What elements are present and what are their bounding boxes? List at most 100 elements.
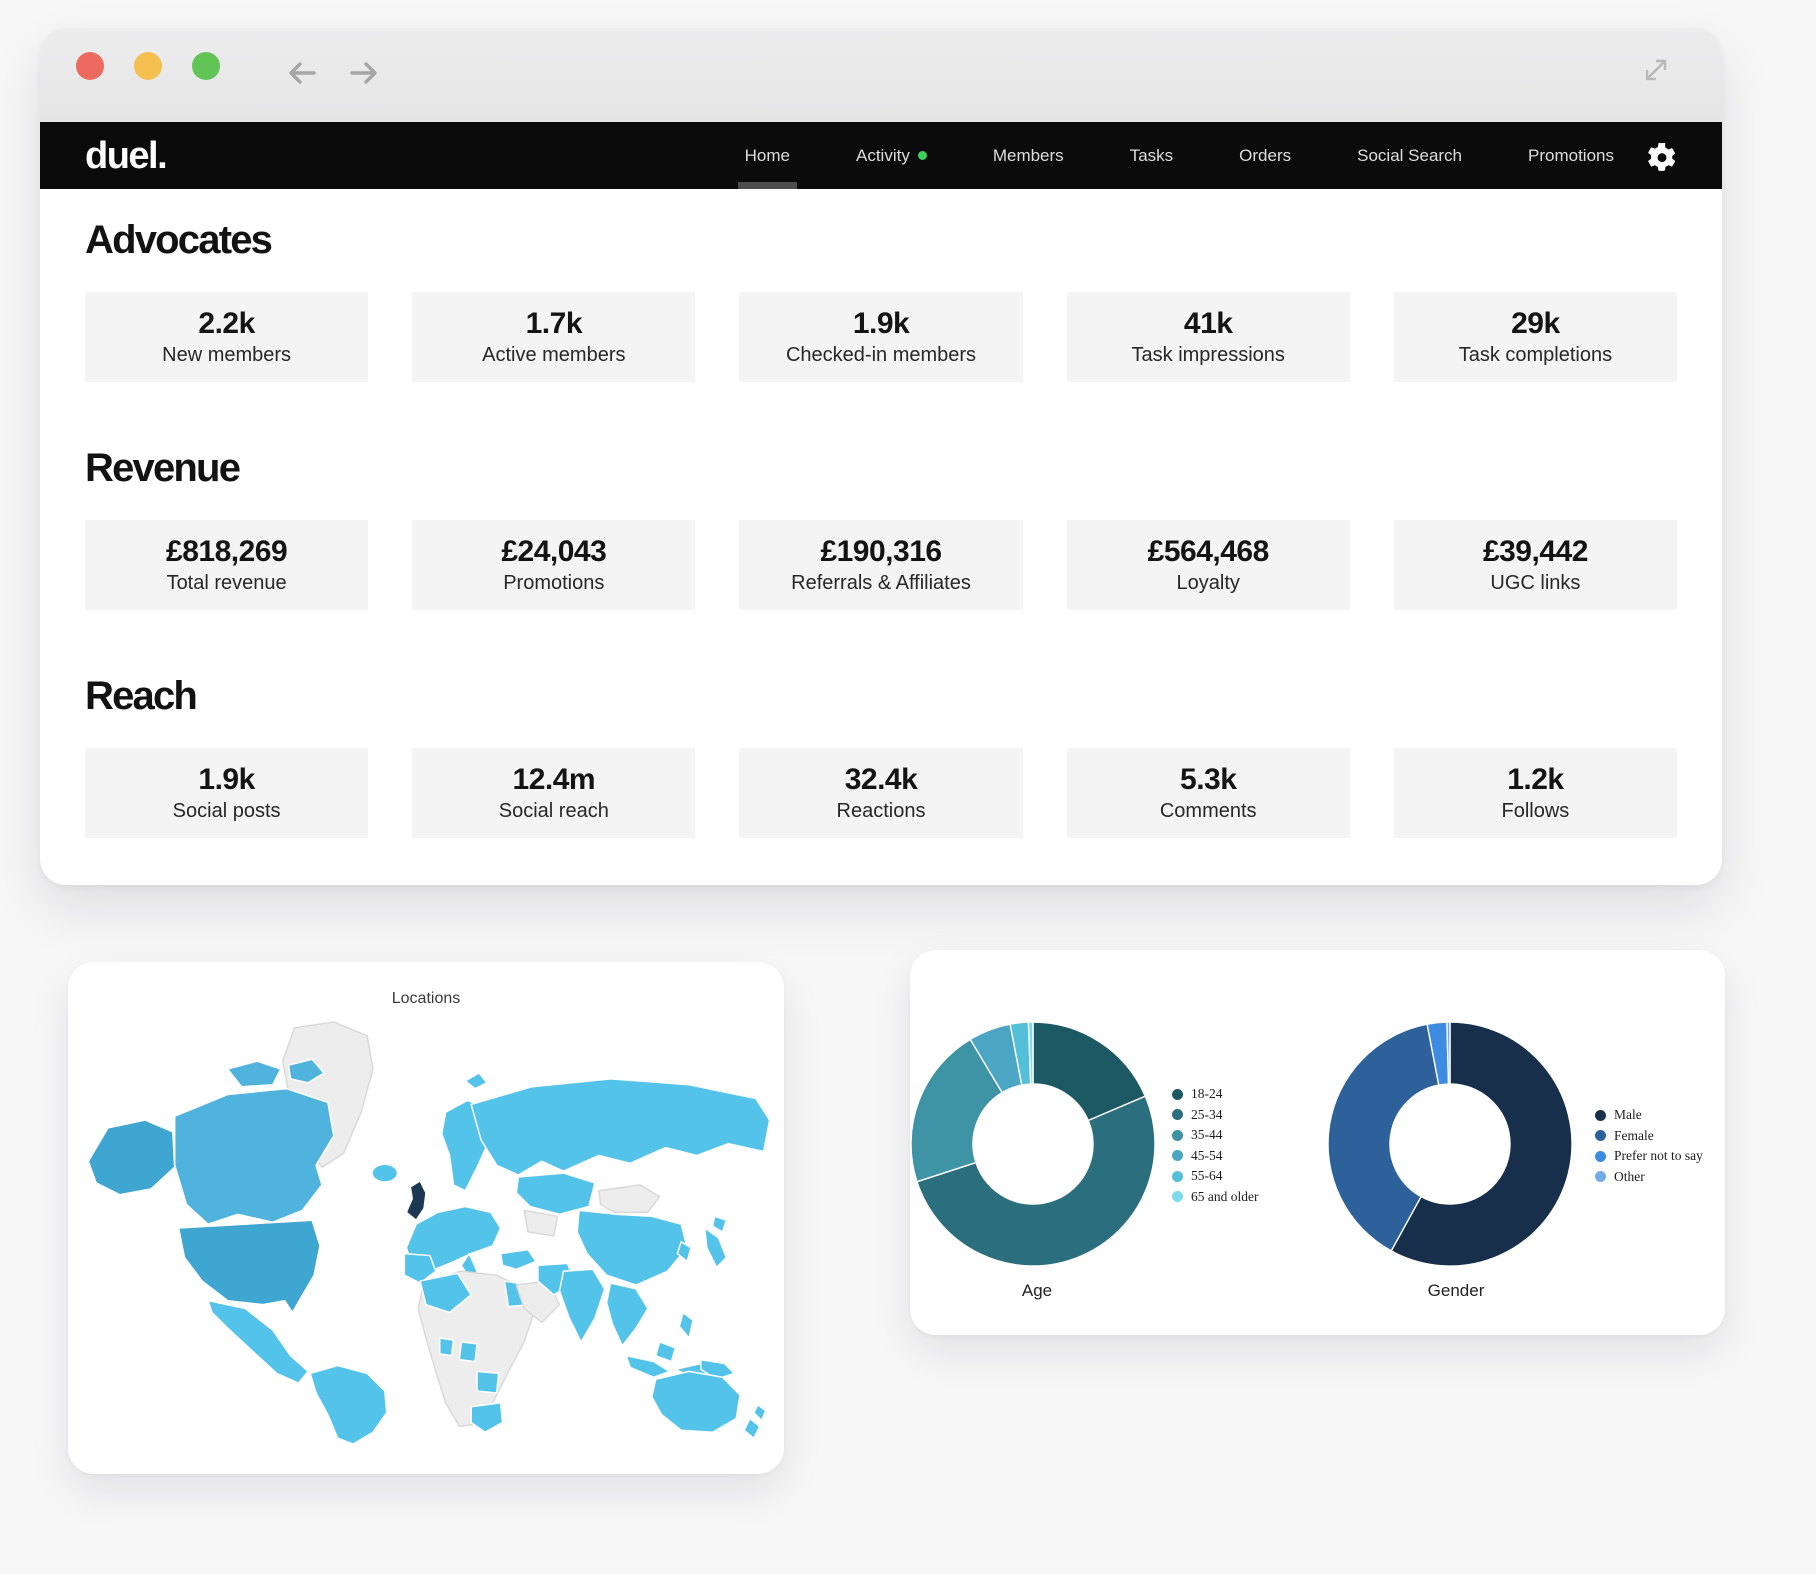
nav-item-social-search[interactable]: Social Search xyxy=(1350,122,1469,189)
legend-swatch-icon xyxy=(1172,1109,1183,1120)
legend-item-male: Male xyxy=(1595,1105,1703,1126)
back-arrow-icon[interactable] xyxy=(287,59,317,87)
legend-item-prefer-not-to-say: Prefer not to say xyxy=(1595,1146,1703,1167)
stat-value: 1.9k xyxy=(198,765,254,795)
stat-label: New members xyxy=(162,345,291,365)
stat-label: Promotions xyxy=(503,573,604,593)
map-region-southeast-asia xyxy=(607,1283,648,1346)
nav-item-tasks[interactable]: Tasks xyxy=(1123,122,1180,189)
legend-swatch-icon xyxy=(1595,1151,1606,1162)
stat-label: Referrals & Affiliates xyxy=(791,573,971,593)
gender-legend: MaleFemalePrefer not to say Other xyxy=(1595,1105,1703,1187)
nav-item-promotions[interactable]: Promotions xyxy=(1521,122,1621,189)
map-region-usa xyxy=(179,1220,320,1312)
legend-swatch-icon xyxy=(1172,1191,1183,1202)
legend-swatch-icon xyxy=(1172,1130,1183,1141)
nav-item-home[interactable]: Home xyxy=(738,122,797,189)
stat-card-new-members: 2.2k New members xyxy=(85,292,368,382)
browser-titlebar xyxy=(40,28,1722,122)
map-region-iceland xyxy=(372,1164,398,1182)
stat-value: £39,442 xyxy=(1483,537,1588,567)
reach-card-row: 1.9kSocial posts12.4mSocial reach32.4kRe… xyxy=(85,748,1677,838)
nav-item-activity[interactable]: Activity xyxy=(849,122,934,189)
nav-item-members[interactable]: Members xyxy=(986,122,1071,189)
legend-item-female: Female xyxy=(1595,1126,1703,1147)
map-region-svalbard xyxy=(465,1073,487,1089)
map-region-turkey xyxy=(501,1250,536,1270)
legend-item-65-and-older: 65 and older xyxy=(1172,1187,1258,1208)
legend-label: 65 and older xyxy=(1191,1189,1258,1205)
traffic-light-zoom-button[interactable] xyxy=(192,52,220,80)
active-tab-underline xyxy=(738,182,797,189)
traffic-light-minimize-button[interactable] xyxy=(134,52,162,80)
stat-label: Reactions xyxy=(837,801,926,821)
gender-donut-chart xyxy=(1327,1021,1573,1267)
stat-label: Task impressions xyxy=(1132,345,1285,365)
map-region-alaska xyxy=(88,1120,174,1195)
stat-label: Social posts xyxy=(173,801,281,821)
settings-gear-icon[interactable] xyxy=(1647,141,1677,171)
nav-item-label: Tasks xyxy=(1130,146,1173,166)
stat-label: Active members xyxy=(482,345,625,365)
nav-item-label: Orders xyxy=(1239,146,1291,166)
stat-value: 2.2k xyxy=(198,309,254,339)
legend-label: 45-54 xyxy=(1191,1148,1223,1164)
stat-value: 32.4k xyxy=(845,765,918,795)
map-region-south-africa xyxy=(471,1403,502,1432)
stat-value: £24,043 xyxy=(501,537,606,567)
stat-card-active-members: 1.7k Active members xyxy=(412,292,695,382)
world-map xyxy=(80,1018,772,1446)
stat-value: £564,468 xyxy=(1148,537,1269,567)
stat-value: 1.7k xyxy=(526,309,582,339)
map-region-new-zealand-north xyxy=(754,1405,766,1421)
gender-chart-caption: Gender xyxy=(1428,1281,1485,1301)
stat-value: £818,269 xyxy=(166,537,287,567)
stat-card-checked-in-members: 1.9kChecked-in members xyxy=(739,292,1022,382)
legend-item-55-64: 55-64 xyxy=(1172,1166,1258,1187)
stat-card-ugc-links: £39,442 UGC links xyxy=(1394,520,1677,610)
section-title-advocates: Advocates xyxy=(85,220,1677,260)
map-region-central-asia xyxy=(524,1210,557,1236)
legend-label: Prefer not to say xyxy=(1614,1148,1703,1164)
stats-sections: Advocates 2.2k New members 1.7k Active membe… xyxy=(85,220,1677,838)
map-region-kazakhstan xyxy=(516,1173,595,1214)
map-region-mexico xyxy=(208,1301,308,1383)
map-region-borneo xyxy=(656,1342,676,1362)
map-region-uk xyxy=(406,1181,426,1220)
age-chart-caption: Age xyxy=(1022,1281,1052,1301)
nav-item-orders[interactable]: Orders xyxy=(1232,122,1298,189)
forward-arrow-icon[interactable] xyxy=(349,59,379,87)
stat-card-task-impressions: 41kTask impressions xyxy=(1067,292,1350,382)
stat-value: 1.9k xyxy=(853,309,909,339)
section-title-reach: Reach xyxy=(85,676,1677,716)
demographics-card: 18-2425-3435-4445-5455-6465 and older Ag… xyxy=(910,950,1725,1335)
stat-card-referrals-affiliates: £190,316Referrals & Affiliates xyxy=(739,520,1022,610)
expand-window-icon[interactable] xyxy=(1642,56,1670,84)
traffic-light-close-button[interactable] xyxy=(76,52,104,80)
legend-swatch-icon xyxy=(1595,1110,1606,1121)
stat-label: Social reach xyxy=(499,801,609,821)
stat-label: UGC links xyxy=(1490,573,1580,593)
locations-card: Locations xyxy=(68,962,784,1474)
stat-card-follows: 1.2kFollows xyxy=(1394,748,1677,838)
stat-label: Comments xyxy=(1160,801,1257,821)
stat-card-total-revenue: £818,269Total revenue xyxy=(85,520,368,610)
revenue-card-row: £818,269Total revenue £24,043 Promotions £1… xyxy=(85,520,1677,610)
map-region-australia xyxy=(652,1371,740,1432)
stat-value: 29k xyxy=(1511,309,1560,339)
stat-value: 1.2k xyxy=(1507,765,1563,795)
nav-items: Home Activity Members Tasks Orders Social Sea… xyxy=(738,122,1621,189)
map-region-japan-north xyxy=(713,1216,727,1232)
locations-title: Locations xyxy=(68,990,784,1008)
map-region-nigeria xyxy=(459,1342,477,1362)
legend-label: 55-64 xyxy=(1191,1168,1223,1184)
map-region-new-zealand-south xyxy=(744,1419,760,1439)
map-region-india xyxy=(560,1269,605,1342)
map-region-arctic-islands-west xyxy=(228,1061,281,1087)
legend-item-other: Other xyxy=(1595,1167,1703,1188)
dashboard-content: Advocates 2.2k New members 1.7k Active membe… xyxy=(40,220,1722,878)
legend-item-25-34: 25-34 xyxy=(1172,1105,1258,1126)
legend-item-35-44: 35-44 xyxy=(1172,1125,1258,1146)
browser-window: duel. HomeActivityMembersTasksOrdersSoci… xyxy=(40,28,1722,885)
dashboard-screenshot: duel. HomeActivityMembersTasksOrdersSoci… xyxy=(0,0,1816,1574)
